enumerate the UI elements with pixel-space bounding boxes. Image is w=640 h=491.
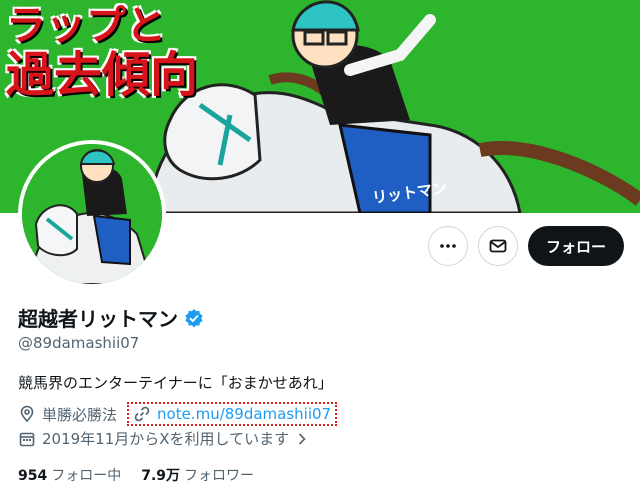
followers-label: フォロワー [184,468,255,484]
following-label: フォロー中 [51,468,122,484]
profile-bio: 競馬界のエンターテイナーに「おまかせあれ」 [18,374,333,392]
banner-title-line1: ラップと [6,3,166,49]
verified-badge-icon[interactable] [184,308,204,328]
user-handle: @89damashii07 [18,334,140,352]
follow-button[interactable]: フォロー [527,226,624,266]
profile-actions: フォロー [427,226,624,266]
followers-stat[interactable]: 7.9万 フォロワー [141,465,254,485]
profile-link[interactable]: note.mu/89damashii07 [127,402,338,426]
avatar-image [22,144,162,284]
profile-meta-joined: 2019年11月からXを利用しています [18,428,317,449]
followers-count: 7.9万 [141,468,181,484]
more-button[interactable] [427,226,468,266]
message-button[interactable] [477,226,518,266]
location-pin-icon [18,405,36,423]
envelope-icon [489,239,507,253]
banner-title-line2: 過去傾向 [6,47,199,103]
following-stat[interactable]: 954 フォロー中 [18,465,121,485]
more-horizontal-icon [440,244,456,248]
location-text: 単勝必勝法 [42,405,118,424]
avatar[interactable] [18,140,166,288]
follow-stats: 954 フォロー中 7.9万 フォロワー [18,465,254,485]
calendar-icon [18,430,36,448]
profile-link-text[interactable]: note.mu/89damashii07 [157,405,331,423]
name-row: 超越者リットマン [18,303,204,332]
display-name: 超越者リットマン [18,307,178,331]
link-icon [133,405,151,423]
chevron-right-icon[interactable] [293,430,311,448]
following-count: 954 [18,468,48,484]
joined-date[interactable]: 2019年11月からXを利用しています [42,428,289,449]
banner-title: ラップと 過去傾向 [6,4,198,102]
profile-meta-location: 単勝必勝法 note.mu/89damashii07 [18,402,338,426]
